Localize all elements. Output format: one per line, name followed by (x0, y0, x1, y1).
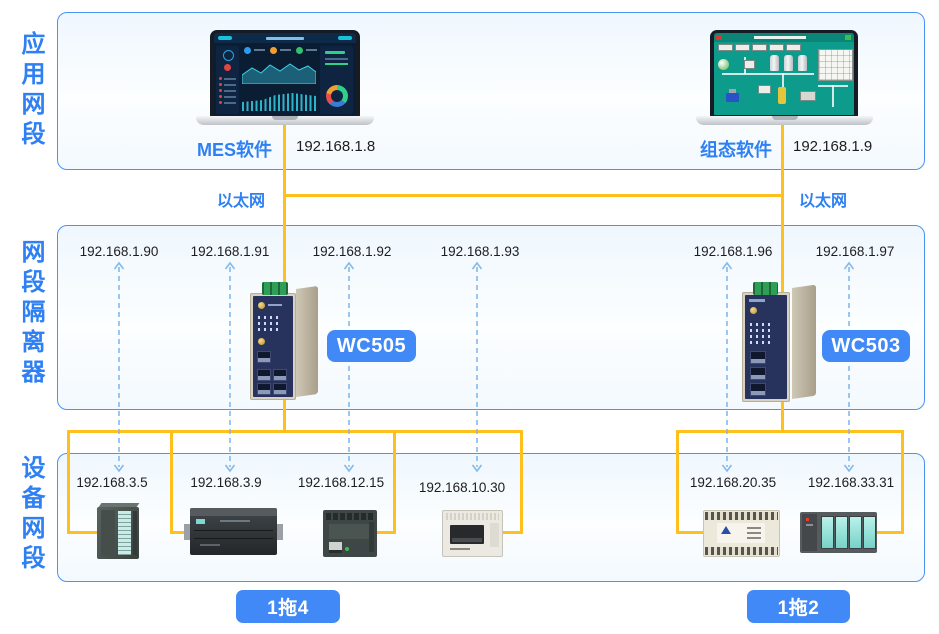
wc505-model-text: WC505 (337, 335, 406, 358)
scada-trend-panel (818, 49, 853, 81)
plc-4-image (442, 510, 503, 557)
mapped-ip-4: 192.168.1.93 (441, 244, 520, 259)
plc-6-image (800, 512, 877, 553)
mapped-ip-3: 192.168.1.92 (313, 244, 392, 259)
mapped-ip-5: 192.168.1.96 (694, 244, 773, 259)
plc-3-image (323, 510, 377, 557)
scada-laptop-screen (710, 30, 858, 117)
device-ip-1: 192.168.3.5 (76, 475, 147, 490)
device-ip-2: 192.168.3.9 (190, 475, 261, 490)
ethernet-label-left: 以太网 (217, 187, 265, 211)
left-group-badge-text: 1拖4 (267, 593, 309, 620)
scada-laptop-base (696, 116, 873, 125)
mes-host-label: MES软件 (186, 136, 272, 162)
scada-host-label: 组态软件 (686, 136, 772, 162)
plc-2-image (190, 508, 277, 555)
left-group-badge: 1拖4 (236, 590, 340, 623)
wc503-model-badge: WC503 (822, 330, 910, 362)
device-ip-4: 192.168.10.30 (419, 480, 505, 495)
right-group-badge: 1拖2 (747, 590, 850, 623)
device-ip-5: 192.168.20.35 (690, 475, 776, 490)
wc503-model-text: WC503 (831, 335, 900, 358)
mapped-ip-1: 192.168.1.90 (80, 244, 159, 259)
mes-laptop-base (196, 116, 374, 125)
mes-area-chart (242, 60, 316, 84)
right-group-badge-text: 1拖2 (778, 593, 820, 620)
scada-host-ip: 192.168.1.9 (793, 138, 872, 155)
plc-1-image (97, 507, 139, 559)
mes-dashboard-screen (214, 33, 356, 115)
wc505-model-badge: WC505 (327, 330, 416, 362)
plc-5-image (703, 510, 780, 557)
device-ip-6: 192.168.33.31 (808, 475, 894, 490)
device-ip-3: 192.168.12.15 (298, 475, 384, 490)
mapped-ip-2: 192.168.1.91 (191, 244, 270, 259)
scada-process-screen (714, 33, 854, 115)
mapped-ip-6: 192.168.1.97 (816, 244, 895, 259)
network-topology-diagram: 应用网段 网段隔离器 设备网段 (0, 0, 939, 634)
ethernet-label-right: 以太网 (799, 187, 847, 211)
wc505-gateway-image (250, 287, 318, 401)
mes-bar-chart (242, 91, 316, 111)
mes-laptop-screen (210, 30, 360, 117)
mes-host-ip: 192.168.1.8 (296, 138, 375, 155)
wc503-gateway-image (742, 286, 816, 403)
